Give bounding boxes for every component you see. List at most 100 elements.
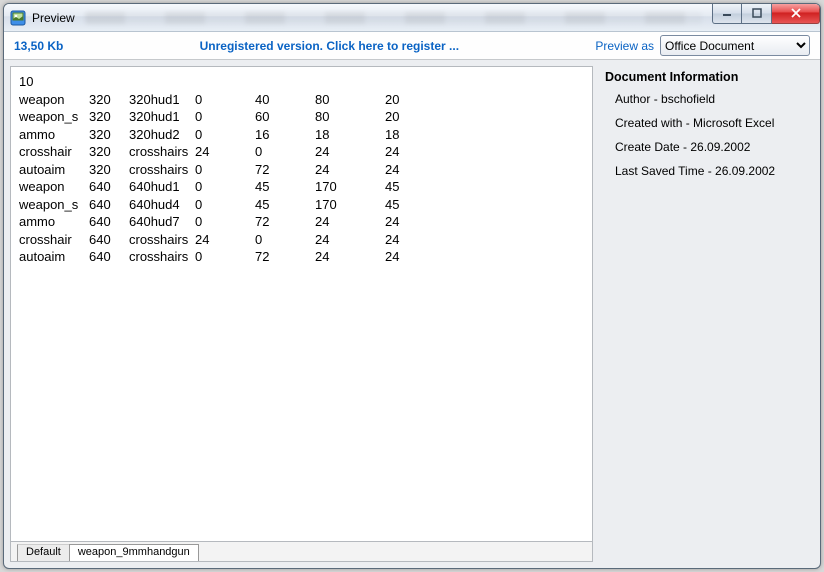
cell: 640hud4 — [129, 196, 195, 214]
cell: 640hud1 — [129, 178, 195, 196]
window-title: Preview — [32, 11, 75, 25]
cell: crosshairs — [129, 231, 195, 249]
content-area: 10 weapon320320hud10408020weapon_s320320… — [10, 66, 814, 562]
table-row: ammo320320hud20161818 — [19, 126, 415, 144]
table-row: weapon320320hud10408020 — [19, 91, 415, 109]
cell: 24 — [385, 231, 415, 249]
sheet-tab[interactable]: Default — [17, 544, 70, 561]
cell: 320 — [89, 161, 129, 179]
doc-info-row: Last Saved Time - 26.09.2002 — [615, 164, 806, 178]
cell: crosshair — [19, 231, 89, 249]
preview-pane: 10 weapon320320hud10408020weapon_s320320… — [10, 66, 593, 562]
cell: 0 — [195, 248, 255, 266]
window-controls — [712, 4, 820, 24]
cell: 18 — [315, 126, 385, 144]
cell: 320 — [89, 108, 129, 126]
table-row: crosshair320crosshairs2402424 — [19, 143, 415, 161]
cell: autoaim — [19, 161, 89, 179]
filesize-label: 13,50 Kb — [14, 39, 63, 53]
cell: 45 — [255, 196, 315, 214]
cell: crosshair — [19, 143, 89, 161]
cell: 72 — [255, 213, 315, 231]
cell: 640 — [89, 196, 129, 214]
cell: 24 — [195, 143, 255, 161]
cell: 18 — [385, 126, 415, 144]
preview-window: Preview 13,50 Kb Unregistered version. C… — [3, 3, 821, 569]
cell: ammo — [19, 213, 89, 231]
cell: 24 — [195, 231, 255, 249]
data-table: weapon320320hud10408020weapon_s320320hud… — [19, 91, 415, 266]
maximize-button[interactable] — [742, 4, 772, 24]
cell: 0 — [195, 178, 255, 196]
register-link[interactable]: Unregistered version. Click here to regi… — [63, 39, 595, 53]
cell: 24 — [315, 248, 385, 266]
cell: 320hud1 — [129, 108, 195, 126]
cell: 60 — [255, 108, 315, 126]
cell: 640 — [89, 213, 129, 231]
cell: 170 — [315, 178, 385, 196]
cell: 80 — [315, 91, 385, 109]
cell: 0 — [195, 196, 255, 214]
cell: 45 — [385, 178, 415, 196]
cell: 320 — [89, 143, 129, 161]
cell: 0 — [195, 126, 255, 144]
cell: 320 — [89, 126, 129, 144]
cell: 24 — [385, 161, 415, 179]
cell: 80 — [315, 108, 385, 126]
table-row: autoaim320crosshairs0722424 — [19, 161, 415, 179]
cell: 24 — [385, 248, 415, 266]
cell: crosshairs — [129, 143, 195, 161]
cell: 640 — [89, 248, 129, 266]
cell: autoaim — [19, 248, 89, 266]
table-row: autoaim640crosshairs0722424 — [19, 248, 415, 266]
minimize-button[interactable] — [712, 4, 742, 24]
preview-as-label: Preview as — [595, 39, 654, 53]
cell: 0 — [195, 213, 255, 231]
preview-body[interactable]: 10 weapon320320hud10408020weapon_s320320… — [11, 67, 592, 541]
first-line: 10 — [19, 73, 584, 91]
cell: 0 — [195, 91, 255, 109]
table-row: ammo640640hud70722424 — [19, 213, 415, 231]
app-icon — [10, 10, 26, 26]
table-row: crosshair640crosshairs2402424 — [19, 231, 415, 249]
info-bar: 13,50 Kb Unregistered version. Click her… — [4, 32, 820, 60]
cell: 24 — [315, 143, 385, 161]
cell: 20 — [385, 108, 415, 126]
cell: weapon — [19, 91, 89, 109]
cell: 320hud2 — [129, 126, 195, 144]
cell: weapon — [19, 178, 89, 196]
cell: weapon_s — [19, 196, 89, 214]
preview-as-select[interactable]: Office Document — [660, 35, 810, 56]
close-button[interactable] — [772, 4, 820, 24]
cell: 640 — [89, 178, 129, 196]
cell: ammo — [19, 126, 89, 144]
cell: 24 — [315, 231, 385, 249]
cell: weapon_s — [19, 108, 89, 126]
cell: 72 — [255, 161, 315, 179]
cell: 45 — [385, 196, 415, 214]
cell: 320hud1 — [129, 91, 195, 109]
cell: 40 — [255, 91, 315, 109]
cell: 0 — [255, 231, 315, 249]
cell: 170 — [315, 196, 385, 214]
sheet-tabs: Defaultweapon_9mmhandgun — [11, 541, 592, 561]
table-row: weapon_s640640hud404517045 — [19, 196, 415, 214]
cell: 24 — [385, 143, 415, 161]
cell: 640hud7 — [129, 213, 195, 231]
sheet-tab[interactable]: weapon_9mmhandgun — [69, 544, 199, 561]
titlebar[interactable]: Preview — [4, 4, 820, 32]
cell: crosshairs — [129, 248, 195, 266]
cell: 0 — [195, 161, 255, 179]
doc-info-heading: Document Information — [605, 70, 806, 84]
doc-info-row: Created with - Microsoft Excel — [615, 116, 806, 130]
doc-info-pane: Document Information Author - bschofield… — [593, 66, 814, 562]
cell: 45 — [255, 178, 315, 196]
cell: 24 — [315, 161, 385, 179]
cell: 24 — [315, 213, 385, 231]
cell: 24 — [385, 213, 415, 231]
titlebar-blur — [85, 10, 702, 26]
doc-info-row: Author - bschofield — [615, 92, 806, 106]
table-row: weapon_s320320hud10608020 — [19, 108, 415, 126]
cell: 72 — [255, 248, 315, 266]
cell: 320 — [89, 91, 129, 109]
